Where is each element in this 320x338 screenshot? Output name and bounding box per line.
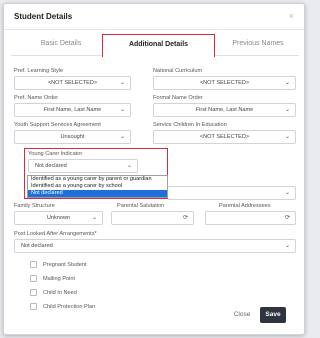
child-in-need-checkbox[interactable]	[30, 289, 37, 296]
young-carer-select[interactable]: Not declared ⌄	[28, 159, 138, 173]
young-carer-label: Young Carer Indicator	[28, 151, 83, 157]
save-button[interactable]: Save	[260, 307, 286, 323]
service-children-label: Service Children In Education	[153, 122, 227, 128]
parental-addressees-field[interactable]: ⟳	[205, 211, 296, 225]
name-order-value: First Name, Last Name	[43, 107, 102, 113]
dropdown-option[interactable]: Identified as a young carer by school	[28, 183, 167, 190]
pregnant-student-checkbox[interactable]	[30, 261, 37, 268]
dropdown-option-selected[interactable]: Not declared	[28, 190, 167, 197]
youth-support-label: Youth Support Services Agreement	[14, 122, 101, 128]
youth-support-value: Unsought	[60, 134, 85, 140]
refresh-icon[interactable]: ⟳	[285, 212, 290, 224]
chevron-down-icon: ⌄	[284, 107, 290, 113]
learning-style-label: Pref. Learning Style	[14, 68, 64, 74]
chevron-down-icon: ⌄	[119, 107, 125, 113]
service-children-select[interactable]: <NOT SELECTED> ⌄	[153, 130, 296, 144]
tab-previous-names[interactable]: Previous Names	[219, 40, 297, 47]
close-icon[interactable]: ×	[289, 11, 294, 21]
chevron-down-icon: ⌄	[119, 134, 125, 140]
mailing-point-checkbox[interactable]	[30, 275, 37, 282]
tab-bar: Basic Details Additional Details Previou…	[11, 34, 299, 57]
family-structure-value: Unknown	[46, 215, 71, 221]
formal-name-order-value: First Name, Last Name	[195, 107, 254, 113]
learning-style-select[interactable]: <NOT SELECTED> ⌄	[14, 76, 131, 90]
national-curriculum-select[interactable]: <NOT SELECTED> ⌄	[153, 76, 296, 90]
chevron-down-icon: ⌄	[284, 134, 290, 140]
chevron-down-icon: ⌄	[284, 80, 290, 86]
child-protection-plan-checkbox[interactable]	[30, 303, 37, 310]
child-protection-plan-label: Child Protection Plan	[43, 304, 96, 310]
parental-addressees-label: Parental Addressees	[219, 203, 271, 209]
young-carer-dropdown: Identified as a young carer by parent or…	[27, 175, 168, 198]
looked-after-value: Not declared	[21, 243, 53, 249]
service-children-value: <NOT SELECTED>	[199, 134, 250, 140]
refresh-icon[interactable]: ⟳	[183, 212, 188, 224]
family-structure-select[interactable]: Unknown ⌄	[14, 211, 103, 225]
close-button[interactable]: Close	[229, 308, 255, 322]
national-curriculum-label: National Curriculum	[153, 68, 203, 74]
student-details-dialog: Student Details × Basic Details Addition…	[3, 3, 305, 335]
chevron-down-icon: ⌄	[119, 80, 125, 86]
youth-support-select[interactable]: Unsought ⌄	[14, 130, 131, 144]
tab-additional-details[interactable]: Additional Details	[102, 34, 215, 57]
parental-salutation-label: Parental Salutation	[117, 203, 165, 209]
chevron-down-icon: ⌄	[284, 190, 290, 196]
parental-salutation-field[interactable]: ⟳	[111, 211, 194, 225]
chevron-down-icon: ⌄	[284, 243, 290, 249]
tab-basic-details[interactable]: Basic Details	[31, 40, 91, 47]
family-structure-label: Family Structure	[14, 203, 55, 209]
formal-name-order-select[interactable]: First Name, Last Name ⌄	[153, 103, 296, 117]
obscured-select[interactable]: ⌄	[168, 186, 296, 200]
dialog-title: Student Details	[14, 12, 73, 21]
national-curriculum-value: <NOT SELECTED>	[199, 80, 250, 86]
name-order-select[interactable]: First Name, Last Name ⌄	[14, 103, 131, 117]
looked-after-select[interactable]: Not declared ⌄	[14, 239, 296, 253]
dialog-header: Student Details ×	[4, 4, 304, 30]
young-carer-value: Not declared	[35, 163, 67, 169]
pregnant-student-label: Pregnant Student	[43, 262, 87, 268]
dropdown-option[interactable]: Identified as a young carer by parent or…	[28, 176, 167, 183]
formal-name-order-label: Formal Name Order	[153, 95, 203, 101]
child-in-need-label: Child In Need	[43, 290, 77, 296]
name-order-label: Pref. Name Order	[14, 95, 59, 101]
chevron-down-icon: ⌄	[91, 215, 97, 221]
chevron-down-icon: ⌄	[126, 163, 132, 169]
looked-after-label: Post Looked After Arrangements*	[14, 231, 97, 237]
learning-style-value: <NOT SELECTED>	[47, 80, 98, 86]
mailing-point-label: Mailing Point	[43, 276, 76, 282]
